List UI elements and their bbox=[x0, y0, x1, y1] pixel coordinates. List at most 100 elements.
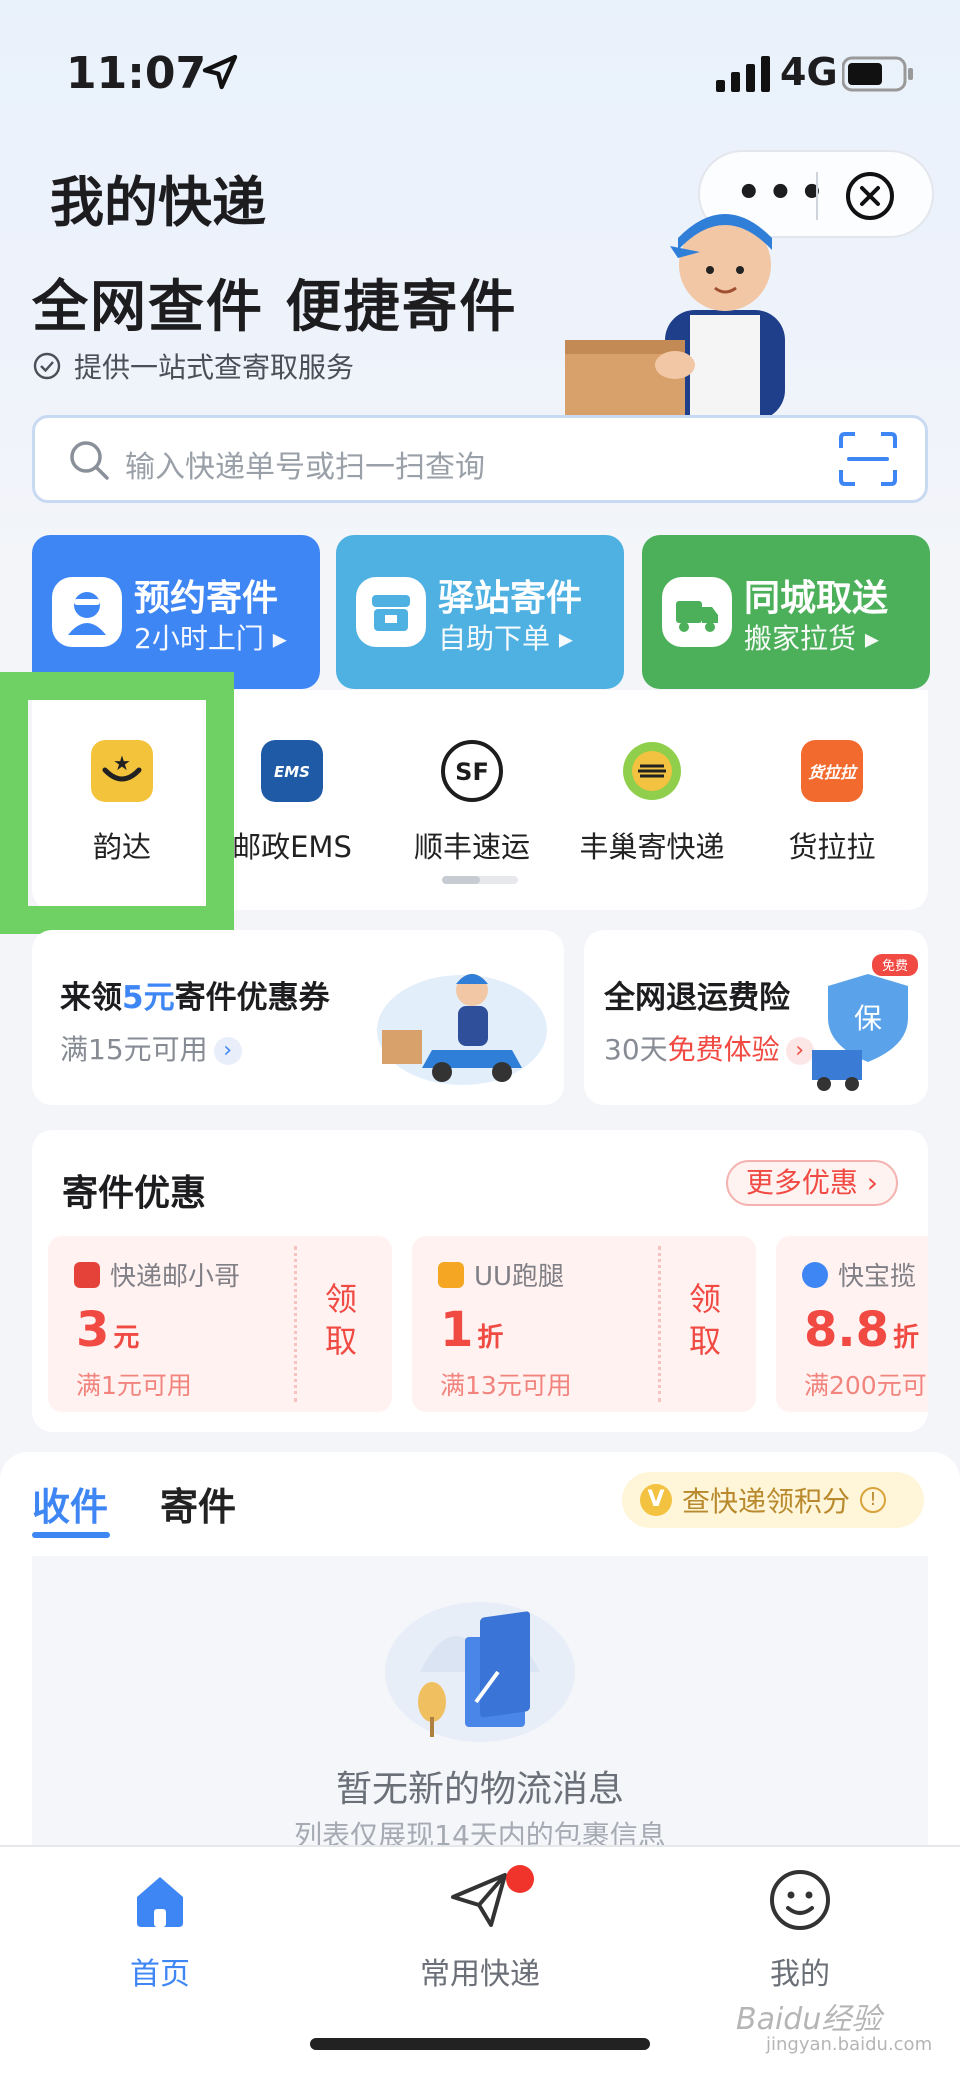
empty-mailbox-illustration bbox=[385, 1602, 575, 1742]
courier-huolala[interactable]: 货拉拉 货拉拉 bbox=[742, 740, 922, 866]
watermark-brand: Baidu经验 bbox=[736, 2002, 882, 2037]
coupon-brand-name: UU跑腿 bbox=[474, 1262, 565, 1292]
coupon-item[interactable]: UU跑腿 1折 满13元可用 领取 bbox=[412, 1236, 756, 1412]
coupon-promo-title: 来领5元寄件优惠券 bbox=[60, 972, 330, 1017]
scan-icon[interactable] bbox=[839, 432, 897, 486]
search-icon bbox=[70, 441, 109, 480]
watermark-url: jingyan.baidu.com bbox=[766, 2034, 933, 2055]
courier-scroll-indicator bbox=[442, 876, 518, 884]
highlight-box bbox=[0, 672, 234, 934]
courier-fengchao[interactable]: 丰巢寄快递 bbox=[562, 740, 742, 866]
home-indicator bbox=[310, 2038, 650, 2050]
coupon-amount-value: 3 bbox=[76, 1302, 110, 1358]
active-tab-indicator bbox=[32, 1532, 110, 1538]
tabbar-common-label: 常用快递 bbox=[420, 1957, 540, 1992]
smiley-icon bbox=[770, 1870, 830, 1930]
coupon-amount-unit: 折 bbox=[893, 1323, 920, 1353]
hero-slogan: 全网查件 便捷寄件 bbox=[32, 275, 518, 340]
coupon-promo-post: 寄件优惠券 bbox=[174, 980, 330, 1016]
coupon-promo-pre: 来领 bbox=[60, 980, 122, 1016]
coupon-item[interactable]: 快宝揽 8.8 折 满200元可 bbox=[776, 1236, 928, 1412]
courier-name: 顺丰速运 bbox=[413, 830, 530, 864]
tab-receive[interactable]: 收件 bbox=[32, 1476, 108, 1531]
home-icon bbox=[137, 1877, 183, 1927]
ems-logo-icon: EMS bbox=[261, 740, 323, 802]
station-send-card[interactable]: 驿站寄件 自助下单 ▸ bbox=[336, 535, 624, 689]
points-button[interactable]: V 查快递领积分 ! bbox=[622, 1472, 924, 1528]
chevron-right-icon: › bbox=[213, 1037, 242, 1065]
courier-illustration bbox=[565, 214, 785, 420]
insurance-promo-card[interactable]: 全网退运费险 30天免费体验 › 保 免费 bbox=[584, 930, 928, 1105]
tabbar-mine[interactable]: 我的 bbox=[700, 1865, 900, 1993]
hero-subtitle: 提供一站式查寄取服务 bbox=[32, 346, 354, 386]
empty-state-title: 暂无新的物流消息 bbox=[335, 1769, 624, 1810]
station-icon bbox=[356, 577, 426, 647]
courier-name: 货拉拉 bbox=[788, 830, 876, 864]
insurance-promo-sub: 30天免费体验 › bbox=[604, 1028, 814, 1068]
signal-icon bbox=[716, 56, 770, 92]
check-circle-icon bbox=[33, 352, 61, 380]
deals-title: 寄件优惠 bbox=[62, 1173, 207, 1214]
svg-text:免费: 免费 bbox=[882, 959, 908, 974]
coupon-promo-card[interactable]: 来领5元寄件优惠券 满15元可用 › bbox=[32, 930, 564, 1105]
sf-logo-icon: SF bbox=[441, 740, 503, 802]
coupon-brand: 快递邮小哥 bbox=[74, 1256, 240, 1293]
kuaibao-logo-icon bbox=[802, 1261, 828, 1288]
huolala-logo-icon: 货拉拉 bbox=[801, 740, 863, 802]
uu-logo-icon bbox=[438, 1261, 464, 1288]
coupon-separator bbox=[658, 1246, 661, 1402]
coupon-promo-cond: 满15元可用 bbox=[60, 1033, 208, 1066]
search-bar[interactable]: 输入快递单号或扫一扫查询 bbox=[32, 415, 928, 503]
hero-subtitle-text: 提供一站式查寄取服务 bbox=[74, 351, 355, 384]
courier-avatar-icon bbox=[52, 577, 122, 647]
page-title: 我的快递 bbox=[50, 171, 266, 234]
vip-badge-icon: V bbox=[640, 1484, 672, 1516]
truck-icon bbox=[662, 577, 732, 647]
xiaoge-logo-icon bbox=[74, 1261, 100, 1288]
station-send-sub: 自助下单 ▸ bbox=[438, 622, 573, 655]
notification-dot bbox=[506, 1865, 534, 1893]
capsule-divider bbox=[816, 172, 818, 220]
same-city-title: 同城取送 bbox=[744, 578, 889, 619]
status-bar: 11:07 4G bbox=[0, 0, 960, 150]
svg-text:保: 保 bbox=[854, 1002, 882, 1035]
coupon-amount: 3元 bbox=[76, 1302, 139, 1358]
courier-name: 丰巢寄快递 bbox=[579, 830, 725, 864]
coupon-amount-value: 8.8 bbox=[804, 1302, 890, 1358]
tabbar-common-couriers[interactable]: 常用快递 bbox=[380, 1865, 580, 1993]
more-deals-button[interactable]: 更多优惠 › bbox=[725, 1160, 898, 1206]
coupon-condition: 满13元可用 bbox=[440, 1371, 572, 1400]
coupon-brand: 快宝揽 bbox=[802, 1256, 916, 1293]
claim-coupon-button[interactable]: 领取 bbox=[680, 1278, 730, 1362]
svg-text:EMS: EMS bbox=[274, 763, 310, 781]
tab-send[interactable]: 寄件 bbox=[160, 1476, 236, 1531]
tabbar-home[interactable]: 首页 bbox=[60, 1865, 260, 1993]
coupon-amount-value: 1 bbox=[440, 1302, 474, 1358]
insurance-promo-title: 全网退运费险 bbox=[604, 980, 790, 1016]
appointment-send-card[interactable]: 预约寄件 2小时上门 ▸ bbox=[32, 535, 320, 689]
coupon-amount-unit: 元 bbox=[113, 1323, 140, 1353]
chevron-right-icon: › bbox=[785, 1037, 814, 1065]
paper-plane-icon bbox=[451, 1873, 507, 1927]
coupon-amount: 8.8 折 bbox=[804, 1302, 919, 1358]
coupon-promo-amount: 5元 bbox=[122, 980, 175, 1016]
courier-sf[interactable]: SF 顺丰速运 bbox=[382, 740, 562, 866]
coupon-promo-sub: 满15元可用 › bbox=[60, 1028, 242, 1068]
same-city-card[interactable]: 同城取送 搬家拉货 ▸ bbox=[642, 535, 930, 689]
coupon-condition: 满1元可用 bbox=[76, 1371, 192, 1400]
location-arrow-icon bbox=[202, 54, 238, 90]
coupon-brand-name: 快宝揽 bbox=[838, 1262, 917, 1292]
coupon-brand-name: 快递邮小哥 bbox=[110, 1262, 241, 1292]
close-icon[interactable] bbox=[842, 168, 898, 224]
insurance-free-trial: 免费体验 bbox=[667, 1033, 780, 1066]
appointment-send-title: 预约寄件 bbox=[134, 578, 279, 619]
info-icon[interactable]: ! bbox=[860, 1487, 887, 1513]
coupon-item[interactable]: 快递邮小哥 3元 满1元可用 领取 bbox=[48, 1236, 392, 1412]
search-input[interactable]: 输入快递单号或扫一扫查询 bbox=[125, 442, 485, 486]
tabbar-home-label: 首页 bbox=[130, 1957, 190, 1992]
same-city-sub: 搬家拉货 ▸ bbox=[744, 622, 879, 655]
svg-text:货拉拉: 货拉拉 bbox=[808, 763, 859, 782]
delivery-scooter-illustration bbox=[377, 974, 547, 1085]
network-type: 4G bbox=[780, 50, 838, 94]
claim-coupon-button[interactable]: 领取 bbox=[316, 1278, 366, 1362]
